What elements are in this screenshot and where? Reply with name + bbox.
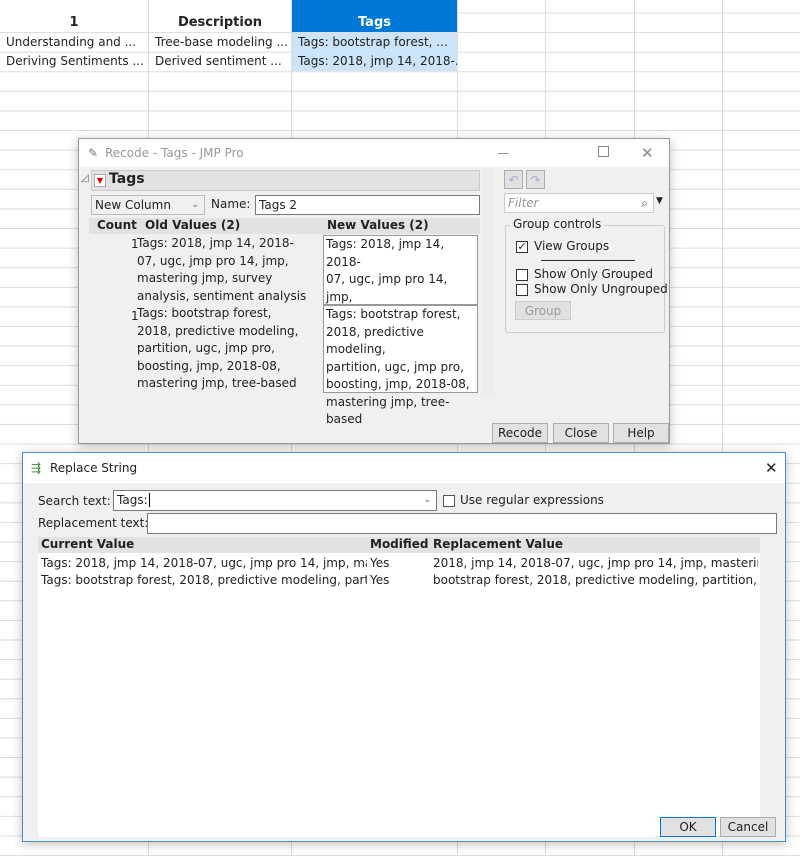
show-only-grouped-checkbox[interactable]: [516, 269, 528, 281]
modified-value: Yes: [370, 573, 390, 587]
recode-table-header: Count Old Values (2) New Values (2): [89, 218, 480, 234]
close-icon[interactable]: ✕: [765, 453, 778, 483]
red-triangle-menu-icon[interactable]: ▼: [94, 174, 106, 187]
help-button[interactable]: Help: [613, 423, 669, 443]
replacement-value: bootstrap forest, 2018, predictive model…: [433, 573, 758, 587]
results-table: Current Value Modified Replacement Value…: [38, 537, 760, 837]
regex-checkbox[interactable]: [443, 495, 455, 507]
old-value: Tags: bootstrap forest, 2018, predictive…: [137, 306, 299, 390]
table-cell[interactable]: Tree-base modeling ...: [149, 33, 291, 52]
column-header-tags[interactable]: Tags: [292, 0, 457, 32]
current-value: Tags: 2018, jmp 14, 2018-07, ugc, jmp pr…: [41, 556, 367, 570]
chevron-down-icon: ⌄: [191, 200, 199, 210]
ok-button[interactable]: OK: [660, 817, 716, 837]
new-value-input[interactable]: Tags: 2018, jmp 14, 2018- 07, ugc, jmp p…: [323, 235, 478, 356]
table-cell[interactable]: Derived sentiment ...: [149, 52, 291, 71]
table-cell[interactable]: Tags: bootstrap forest, ...: [292, 33, 457, 52]
modified-value: Yes: [370, 556, 390, 570]
disclosure-icon[interactable]: ◿: [81, 173, 89, 184]
recode-button[interactable]: Recode: [492, 423, 548, 443]
replacement-value-header: Replacement Value: [433, 537, 564, 551]
replace-string-window: ⇶ Replace String ✕ Search text: Tags: ⌄ U…: [22, 452, 786, 842]
old-value: Tags: 2018, jmp 14, 2018- 07, ugc, jmp p…: [137, 236, 307, 303]
regex-label: Use regular expressions: [460, 493, 604, 507]
name-input[interactable]: Tags 2: [255, 195, 480, 215]
show-only-ungrouped-label: Show Only Ungrouped: [534, 282, 668, 296]
column-header-description[interactable]: Description: [149, 0, 291, 32]
chevron-down-icon[interactable]: ⌄: [423, 491, 431, 510]
minimize-icon[interactable]: —: [497, 139, 509, 167]
section-title: Tags: [109, 171, 145, 187]
redo-button[interactable]: ↷: [526, 170, 545, 189]
replacement-text-input[interactable]: [147, 513, 777, 534]
undo-button[interactable]: ↶: [504, 170, 523, 189]
recode-titlebar: ✎ Recode - Tags - JMP Pro — ✕: [79, 139, 669, 167]
name-label: Name:: [211, 197, 251, 211]
search-text-input[interactable]: Tags: ⌄: [113, 490, 437, 511]
new-value-input[interactable]: Tags: bootstrap forest, 2018, predictive…: [323, 305, 478, 426]
table-cell[interactable]: Understanding and ...: [0, 33, 148, 52]
search-icon: ⌕: [641, 196, 648, 210]
divider: [541, 260, 635, 261]
select-value: New Column: [95, 198, 171, 212]
replacement-text-label: Replacement text:: [38, 516, 149, 530]
group-button[interactable]: Group: [515, 301, 571, 320]
close-button[interactable]: Close: [553, 423, 609, 443]
cancel-button[interactable]: Cancel: [720, 817, 776, 837]
view-groups-checkbox[interactable]: ✓: [516, 241, 528, 253]
filter-placeholder: Filter: [508, 196, 539, 210]
new-values-header[interactable]: New Values (2): [327, 218, 429, 232]
section-header: ▼ Tags: [91, 170, 480, 191]
replacement-value: 2018, jmp 14, 2018-07, ugc, jmp pro 14, …: [433, 556, 758, 570]
modified-header: Modified: [370, 537, 429, 551]
replace-titlebar: ⇶ Replace String ✕: [23, 453, 785, 483]
filter-input[interactable]: Filter ⌕: [504, 193, 654, 213]
window-title: Recode - Tags - JMP Pro: [105, 146, 244, 160]
results-header: Current Value Modified Replacement Value: [38, 537, 760, 553]
column-header-1[interactable]: 1: [0, 0, 148, 32]
replace-icon: ⇶: [31, 461, 42, 475]
current-value: Tags: bootstrap forest, 2018, predictive…: [41, 573, 367, 587]
search-value: Tags:: [117, 493, 148, 507]
count-header: Count: [97, 218, 137, 232]
maximize-icon[interactable]: [598, 146, 609, 157]
scrollbar[interactable]: [482, 169, 494, 395]
recode-window: ✎ Recode - Tags - JMP Pro — ✕ ◿ ▼ Tags N…: [78, 138, 670, 444]
show-only-ungrouped-checkbox[interactable]: [516, 284, 528, 296]
show-only-grouped-label: Show Only Grouped: [534, 267, 654, 281]
current-value-header: Current Value: [41, 537, 135, 551]
scrollbar[interactable]: [761, 537, 775, 809]
view-groups-label: View Groups: [534, 239, 610, 253]
filter-dropdown-icon[interactable]: ▼: [656, 196, 663, 206]
old-values-header: Old Values (2): [145, 218, 241, 232]
table-cell[interactable]: Deriving Sentiments ...: [0, 52, 148, 71]
group-controls-label: Group controls: [510, 217, 605, 231]
window-title: Replace String: [50, 461, 138, 475]
search-text-label: Search text:: [38, 494, 111, 508]
close-icon[interactable]: ✕: [641, 139, 654, 167]
table-cell[interactable]: Tags: 2018, jmp 14, 2018-...: [292, 52, 457, 71]
pencil-icon: ✎: [88, 146, 99, 160]
recode-mode-select[interactable]: New Column ⌄: [91, 195, 205, 215]
